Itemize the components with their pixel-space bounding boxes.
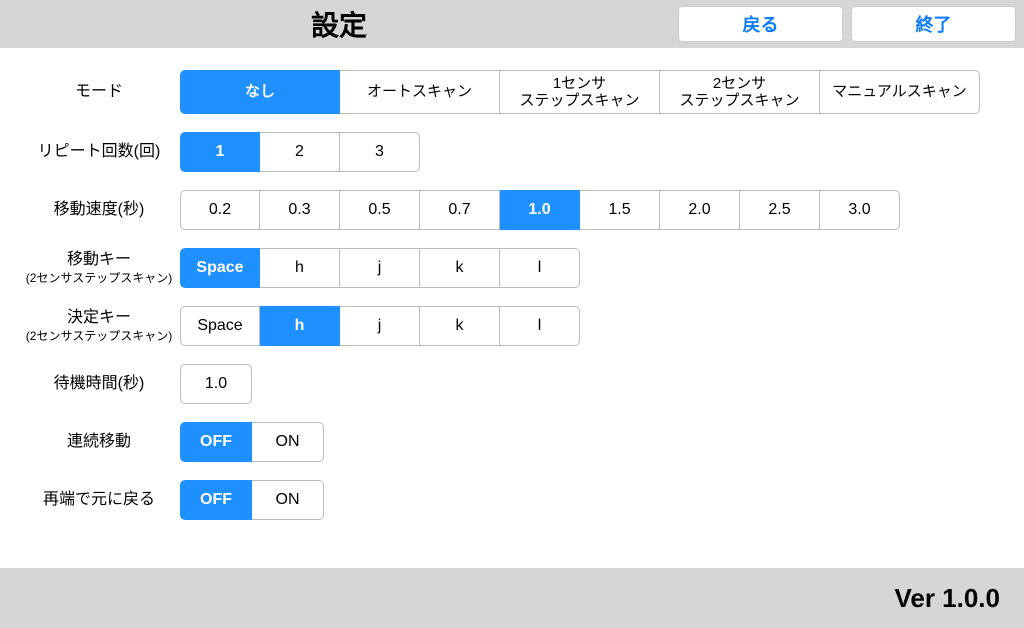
speed-selector-option[interactable]: 3.0 <box>820 190 900 230</box>
mode-selector-option[interactable]: オートスキャン <box>340 70 500 114</box>
label-selectkey: 決定キー (2センサステップスキャン) <box>18 308 180 344</box>
selectkey-selector-option[interactable]: k <box>420 306 500 346</box>
selectkey-selector-option[interactable]: Space <box>180 306 260 346</box>
label-wait: 待機時間(秒) <box>18 374 180 393</box>
wrap-toggle: OFFON <box>180 480 324 520</box>
repeat-selector-option[interactable]: 1 <box>180 132 260 172</box>
continuous-toggle-option[interactable]: ON <box>252 422 324 462</box>
speed-selector-option[interactable]: 0.7 <box>420 190 500 230</box>
movekey-selector-option[interactable]: h <box>260 248 340 288</box>
repeat-selector: 123 <box>180 132 420 172</box>
label-wrap: 再端で元に戻る <box>18 490 180 509</box>
selectkey-selector: Spacehjkl <box>180 306 580 346</box>
row-movekey: 移動キー (2センサステップスキャン) Spacehjkl <box>18 248 1006 288</box>
wrap-toggle-option[interactable]: ON <box>252 480 324 520</box>
mode-selector-option[interactable]: マニュアルスキャン <box>820 70 980 114</box>
row-wait: 待機時間(秒) 1.0 <box>18 364 1006 404</box>
label-selectkey-main: 決定キー <box>67 309 131 326</box>
label-mode: モード <box>18 82 180 101</box>
label-movekey-main: 移動キー <box>67 251 131 268</box>
label-continuous: 連続移動 <box>18 432 180 451</box>
mode-selector: なしオートスキャン1センサ ステップスキャン2センサ ステップスキャンマニュアル… <box>180 70 980 114</box>
speed-selector-option[interactable]: 1.0 <box>500 190 580 230</box>
speed-selector-option[interactable]: 1.5 <box>580 190 660 230</box>
header: 設定 戻る 終了 <box>0 0 1024 48</box>
movekey-selector-option[interactable]: k <box>420 248 500 288</box>
continuous-toggle-option[interactable]: OFF <box>180 422 252 462</box>
movekey-selector-option[interactable]: Space <box>180 248 260 288</box>
mode-selector-option[interactable]: なし <box>180 70 340 114</box>
movekey-selector-option[interactable]: j <box>340 248 420 288</box>
speed-selector-option[interactable]: 0.3 <box>260 190 340 230</box>
row-mode: モード なしオートスキャン1センサ ステップスキャン2センサ ステップスキャンマ… <box>18 70 1006 114</box>
back-button[interactable]: 戻る <box>678 6 843 42</box>
wait-value-group: 1.0 <box>180 364 252 404</box>
row-continuous: 連続移動 OFFON <box>18 422 1006 462</box>
version-text: Ver 1.0.0 <box>894 583 1000 614</box>
row-selectkey: 決定キー (2センサステップスキャン) Spacehjkl <box>18 306 1006 346</box>
speed-selector-option[interactable]: 0.2 <box>180 190 260 230</box>
wrap-toggle-option[interactable]: OFF <box>180 480 252 520</box>
speed-selector-option[interactable]: 2.0 <box>660 190 740 230</box>
wait-value[interactable]: 1.0 <box>180 364 252 404</box>
mode-selector-option[interactable]: 1センサ ステップスキャン <box>500 70 660 114</box>
settings-content: モード なしオートスキャン1センサ ステップスキャン2センサ ステップスキャンマ… <box>0 48 1024 548</box>
speed-selector: 0.20.30.50.71.01.52.02.53.0 <box>180 190 900 230</box>
row-speed: 移動速度(秒) 0.20.30.50.71.01.52.02.53.0 <box>18 190 1006 230</box>
selectkey-selector-option[interactable]: h <box>260 306 340 346</box>
exit-button[interactable]: 終了 <box>851 6 1016 42</box>
row-wrap: 再端で元に戻る OFFON <box>18 480 1006 520</box>
label-movekey: 移動キー (2センサステップスキャン) <box>18 250 180 286</box>
movekey-selector: Spacehjkl <box>180 248 580 288</box>
label-movekey-sub: (2センサステップスキャン) <box>18 271 180 285</box>
label-speed: 移動速度(秒) <box>18 200 180 219</box>
selectkey-selector-option[interactable]: l <box>500 306 580 346</box>
speed-selector-option[interactable]: 0.5 <box>340 190 420 230</box>
row-repeat: リピート回数(回) 123 <box>18 132 1006 172</box>
repeat-selector-option[interactable]: 3 <box>340 132 420 172</box>
repeat-selector-option[interactable]: 2 <box>260 132 340 172</box>
selectkey-selector-option[interactable]: j <box>340 306 420 346</box>
footer: Ver 1.0.0 <box>0 568 1024 628</box>
mode-selector-option[interactable]: 2センサ ステップスキャン <box>660 70 820 114</box>
page-title: 設定 <box>8 4 670 44</box>
movekey-selector-option[interactable]: l <box>500 248 580 288</box>
speed-selector-option[interactable]: 2.5 <box>740 190 820 230</box>
label-selectkey-sub: (2センサステップスキャン) <box>18 329 180 343</box>
continuous-toggle: OFFON <box>180 422 324 462</box>
label-repeat: リピート回数(回) <box>18 142 180 161</box>
